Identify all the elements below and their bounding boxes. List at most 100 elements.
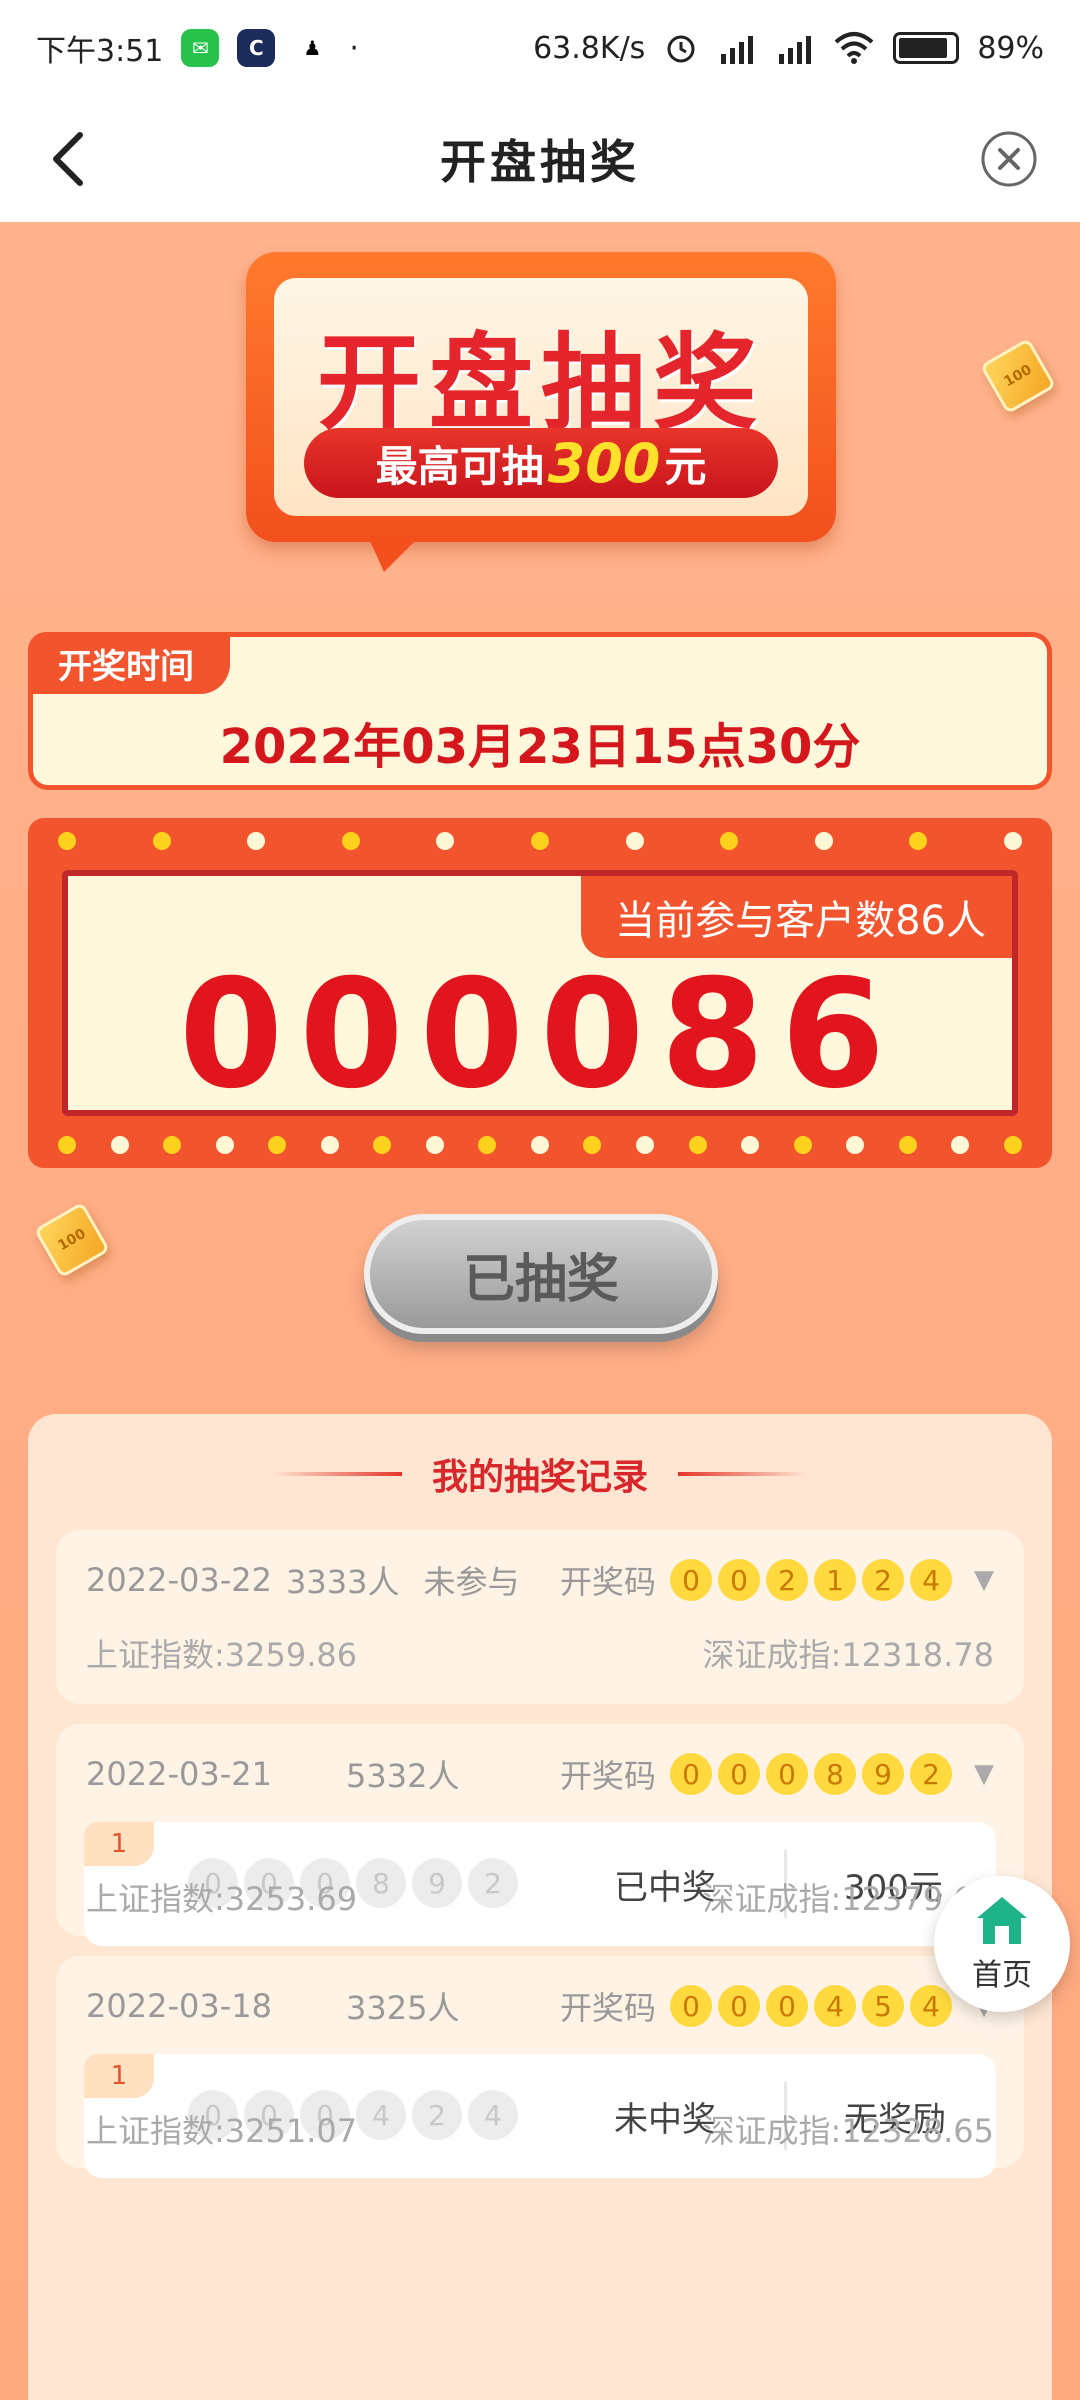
status-time: 下午3:51 xyxy=(36,34,164,69)
divider xyxy=(678,1472,808,1476)
code-ball: 8 xyxy=(814,1753,856,1795)
record-count: 3333人 xyxy=(286,1563,400,1601)
status-right: 63.8K/s 89% xyxy=(533,30,1044,66)
coin-decoration-icon: 100 xyxy=(33,1201,111,1279)
code-ball: 5 xyxy=(862,1985,904,2027)
shanghai-index: 上证指数:3251.07 xyxy=(86,2112,358,2150)
light-dot xyxy=(951,1136,970,1154)
record-card[interactable]: 2022-03-21 5332人 开奖码 0 0 0 8 9 2 ▼ 1 0 0 xyxy=(56,1724,1024,1946)
title-bar: 开盘抽奖 xyxy=(0,96,1080,222)
banner: 开盘抽奖 最高可抽 300 元 xyxy=(246,252,836,572)
status-dot: · xyxy=(349,30,359,66)
chevron-left-icon xyxy=(53,132,83,186)
banner-subtitle-prefix: 最高可抽 xyxy=(375,441,544,491)
code-ball: 0 xyxy=(670,1559,712,1601)
light-dot xyxy=(530,1136,549,1154)
light-dot xyxy=(741,1136,760,1154)
code-ball: 9 xyxy=(862,1753,904,1795)
draw-time-card: 开奖时间 2022年03月23日15点30分 xyxy=(28,632,1052,790)
record-indexes: 上证指数:3251.07 深证成指:12328.65 xyxy=(86,2106,994,2152)
record-indexes: 上证指数:3253.69 深证成指:12379.64 xyxy=(86,1874,994,1920)
light-dot xyxy=(1003,1136,1022,1154)
code-ball: 0 xyxy=(766,1985,808,2027)
close-button[interactable] xyxy=(976,126,1042,192)
records-header: 我的抽奖记录 xyxy=(28,1444,1052,1504)
participants-label: 当前参与客户数86人 xyxy=(581,876,1012,958)
code-ball: 4 xyxy=(814,1985,856,2027)
light-dot xyxy=(268,1136,287,1154)
code-ball: 0 xyxy=(718,1559,760,1601)
expand-chevron-icon[interactable]: ▼ xyxy=(974,1759,994,1789)
record-count: 3325人 xyxy=(346,1989,460,2027)
light-dot xyxy=(215,1136,234,1154)
back-button[interactable] xyxy=(38,126,98,192)
code-ball: 1 xyxy=(814,1559,856,1601)
cc-icon: C xyxy=(237,29,276,67)
light-dot xyxy=(583,1136,602,1154)
code-ball: 4 xyxy=(910,1985,952,2027)
counter-number: 000086 xyxy=(178,948,902,1122)
draw-time-value: 2022年03月23日15点30分 xyxy=(219,719,861,775)
light-dot xyxy=(58,832,76,850)
code-ball: 0 xyxy=(718,1985,760,2027)
expand-chevron-icon[interactable]: ▼ xyxy=(974,1565,994,1595)
entry-index: 1 xyxy=(84,2054,154,2098)
light-dot xyxy=(58,1136,76,1154)
close-circle-icon xyxy=(981,131,1037,187)
light-dot xyxy=(341,832,360,850)
battery-icon xyxy=(893,32,960,64)
code-ball: 4 xyxy=(910,1559,952,1601)
light-dot xyxy=(478,1136,497,1154)
light-dot xyxy=(152,832,171,850)
record-date: 2022-03-22 xyxy=(86,1561,272,1599)
winning-code: 0 0 0 4 5 4 xyxy=(670,1985,952,2027)
light-dot xyxy=(625,832,644,850)
light-dot xyxy=(909,832,928,850)
shenzhen-index: 深证成指:12328.65 xyxy=(702,2112,994,2150)
counter-display: 当前参与客户数86人 000086 xyxy=(62,870,1018,1122)
code-ball: 0 xyxy=(670,1753,712,1795)
hd-signal-icon xyxy=(779,36,812,64)
light-dot xyxy=(425,1136,444,1154)
code-ball: 2 xyxy=(766,1559,808,1601)
record-count: 5332人 xyxy=(346,1757,460,1795)
code-label: 开奖码 xyxy=(559,1563,656,1601)
already-drawn-button[interactable]: 已抽奖 xyxy=(364,1214,718,1334)
page-title: 开盘抽奖 xyxy=(440,135,640,189)
home-icon xyxy=(977,1897,1027,1944)
wechat-icon: ✉ xyxy=(181,29,220,67)
banner-subtitle-suffix: 元 xyxy=(664,441,707,491)
code-ball: 2 xyxy=(910,1753,952,1795)
record-summary: 2022-03-21 5332人 开奖码 0 0 0 8 9 2 ▼ xyxy=(86,1744,994,1804)
code-ball: 0 xyxy=(718,1753,760,1795)
light-dot xyxy=(163,1136,182,1154)
light-dot xyxy=(898,1136,917,1154)
record-summary: 2022-03-18 3325人 开奖码 0 0 0 4 5 4 ▼ xyxy=(86,1976,994,2036)
light-dot xyxy=(846,1136,865,1154)
record-status: 未参与 xyxy=(423,1563,520,1601)
light-dot xyxy=(247,832,266,850)
shanghai-index: 上证指数:3253.69 xyxy=(86,1880,358,1918)
light-dot xyxy=(320,1136,339,1154)
banner-subtitle-amount: 300 xyxy=(547,431,661,495)
code-label: 开奖码 xyxy=(559,1989,656,2027)
record-card[interactable]: 2022-03-18 3325人 开奖码 0 0 0 4 5 4 ▼ 1 0 0 xyxy=(56,1956,1024,2178)
light-dot xyxy=(720,832,739,850)
entry-index: 1 xyxy=(84,1822,154,1866)
light-dot xyxy=(373,1136,392,1154)
qq-icon: ♟ xyxy=(293,29,332,67)
home-button[interactable]: 首页 xyxy=(934,1876,1070,2012)
status-left: 下午3:51 ✉ C ♟ · xyxy=(36,26,359,70)
wifi-icon xyxy=(834,32,874,64)
record-summary: 2022-03-22 3333人 未参与 开奖码 0 0 2 1 2 4 ▼ xyxy=(86,1550,994,1610)
lottery-records-panel: 我的抽奖记录 2022-03-22 3333人 未参与 开奖码 0 0 2 1 … xyxy=(28,1414,1052,2400)
winning-code: 0 0 2 1 2 4 xyxy=(670,1559,952,1601)
status-bar: 下午3:51 ✉ C ♟ · 63.8K/s 89% xyxy=(0,0,1080,96)
draw-time-label: 开奖时间 xyxy=(28,632,230,694)
coin-decoration-icon: 100 xyxy=(979,337,1057,415)
main-content: 100 100 开盘抽奖 最高可抽 300 元 开奖时间 2022年03月23日… xyxy=(0,222,1080,2400)
light-dot xyxy=(110,1136,129,1154)
record-card[interactable]: 2022-03-22 3333人 未参与 开奖码 0 0 2 1 2 4 ▼ 上… xyxy=(56,1530,1024,1704)
code-ball: 2 xyxy=(862,1559,904,1601)
net-speed: 63.8K/s xyxy=(533,30,646,66)
